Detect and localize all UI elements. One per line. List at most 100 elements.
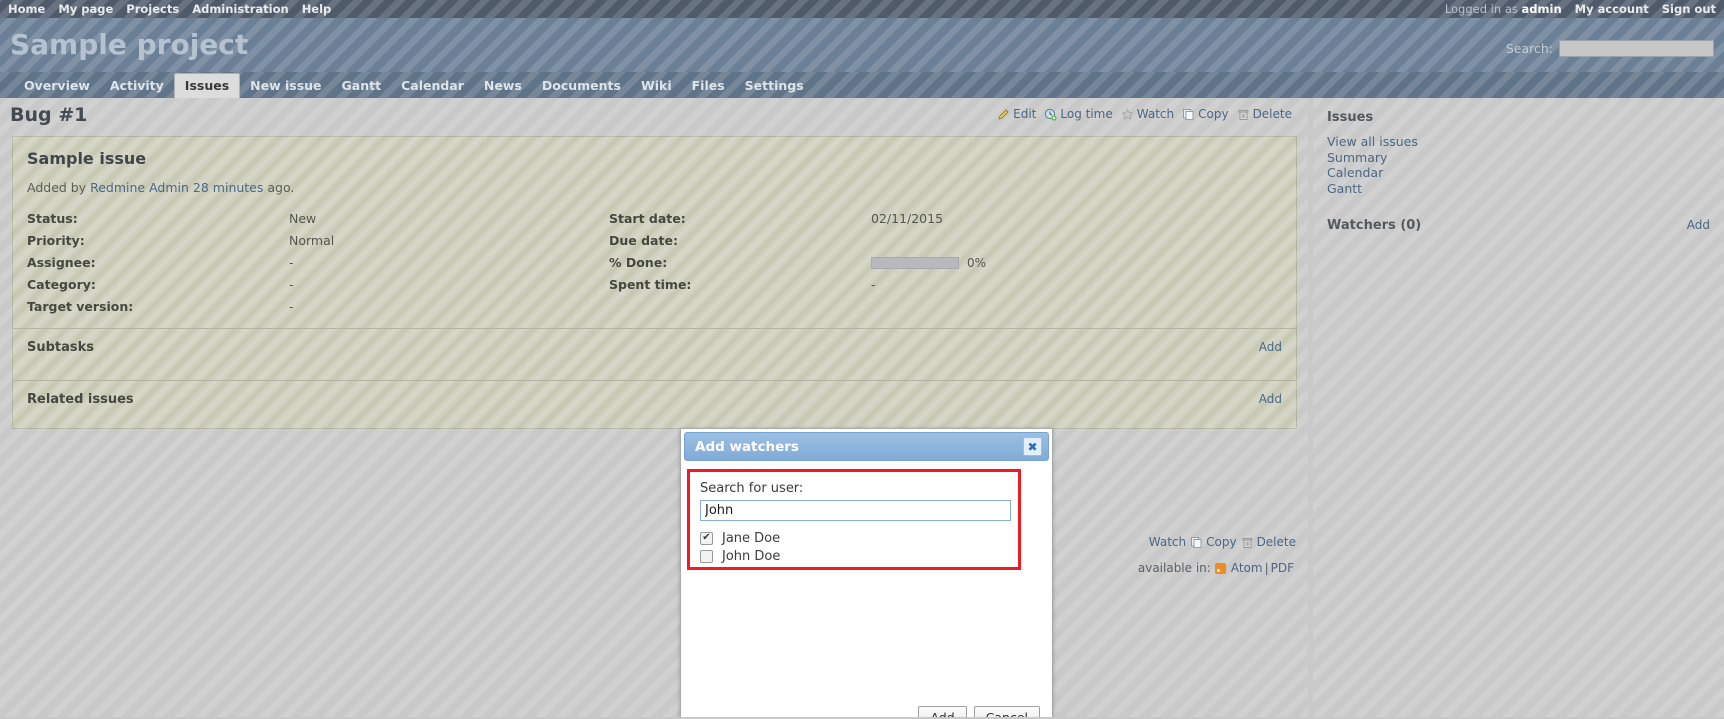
copy-icon-bottom (1190, 536, 1203, 549)
tab-wiki[interactable]: Wiki (631, 74, 682, 98)
tab-overview[interactable]: Overview (14, 74, 100, 98)
project-header: Sample project Search: (0, 18, 1724, 72)
issue-detail-box: Sample issue Added by Redmine Admin 28 m… (12, 136, 1297, 429)
redmine-page: Home My page Projects Administration Hel… (0, 0, 1724, 719)
close-icon[interactable]: ✖ (1023, 437, 1042, 456)
issue-created-time[interactable]: 28 minutes (189, 180, 267, 195)
related-issues-add-link[interactable]: Add (1259, 392, 1282, 406)
modal-title-bar: Add watchers ✖ (684, 432, 1049, 461)
spent-time-label: Spent time: (609, 277, 692, 292)
added-by-prefix: Added by (27, 180, 91, 195)
tab-documents[interactable]: Documents (532, 74, 631, 98)
list-item[interactable]: John Doe (700, 548, 1008, 564)
tab-issues[interactable]: Issues (173, 73, 241, 98)
subtasks-add-link[interactable]: Add (1259, 340, 1282, 354)
modal-title-text: Add watchers (695, 438, 799, 455)
export-formats-line: available in: Atom | PDF (1138, 561, 1296, 575)
tab-settings[interactable]: Settings (735, 74, 814, 98)
status-label: Status: (27, 211, 78, 226)
watch-button-bottom[interactable]: Watch (1149, 535, 1186, 549)
priority-value: Normal (289, 233, 335, 248)
clock-add-icon (1044, 108, 1057, 121)
subtasks-section: Subtasks Add (27, 329, 1282, 366)
user-search-input[interactable] (700, 500, 1011, 521)
issue-attributes-grid: Status: New Start date: 02/11/2015 Prior… (27, 211, 1282, 314)
user-checkbox-jane-doe[interactable] (700, 531, 713, 545)
search-highlight-region: Search for user: Jane Doe John Doe (687, 469, 1021, 570)
tab-gantt[interactable]: Gantt (332, 74, 392, 98)
related-issues-section: Related issues Add (27, 381, 1282, 418)
target-version-value: - (289, 299, 294, 314)
search-for-user-label: Search for user: (700, 481, 804, 496)
export-atom-link[interactable]: Atom (1231, 561, 1263, 575)
star-icon (1121, 108, 1134, 121)
added-by-suffix: ago. (267, 180, 295, 195)
nav-projects[interactable]: Projects (126, 2, 179, 16)
issue-heading: Bug #1 (10, 104, 88, 126)
export-prefix: available in: (1137, 561, 1211, 575)
issue-author-link[interactable]: Redmine Admin (90, 180, 189, 195)
issue-subject: Sample issue (27, 149, 147, 168)
sidebar-watchers-add-link[interactable]: Add (1687, 218, 1710, 232)
sidebar-issues-heading: Issues (1327, 110, 1374, 125)
copy-label-bottom: Copy (1206, 535, 1237, 549)
nav-my-page[interactable]: My page (58, 2, 113, 16)
progress-bar (871, 256, 959, 269)
top-nav-right-links: Logged in as admin My account Sign out (1445, 2, 1716, 16)
export-pdf-link[interactable]: PDF (1271, 561, 1294, 575)
tab-news[interactable]: News (474, 74, 532, 98)
done-percent-label: 0% (967, 255, 987, 270)
pencil-icon (997, 108, 1010, 121)
issue-bottom-action-toolbar: Watch Copy Delete (1149, 535, 1296, 549)
search-input[interactable] (1559, 40, 1714, 57)
edit-button[interactable]: Edit (997, 107, 1036, 121)
copy-icon (1182, 108, 1195, 121)
log-time-button[interactable]: Log time (1044, 107, 1113, 121)
tab-activity[interactable]: Activity (100, 74, 174, 98)
nav-home[interactable]: Home (8, 2, 45, 16)
sidebar-item-gantt[interactable]: Gantt (1327, 181, 1710, 197)
add-watchers-modal: Add watchers ✖ Search for user: Jane Doe (680, 428, 1053, 717)
copy-button[interactable]: Copy (1182, 107, 1229, 121)
nav-help[interactable]: Help (302, 2, 332, 16)
top-navigation-bar: Home My page Projects Administration Hel… (0, 0, 1724, 18)
start-date-label: Start date: (609, 211, 686, 226)
list-item[interactable]: Jane Doe (700, 530, 1008, 546)
project-tab-bar: Overview Activity Issues New issue Gantt… (0, 72, 1724, 98)
delete-button[interactable]: Delete (1237, 107, 1292, 121)
sidebar-item-view-all-issues[interactable]: View all issues (1327, 134, 1710, 150)
tab-new-issue[interactable]: New issue (240, 74, 331, 98)
subtasks-label: Subtasks (27, 340, 95, 355)
add-watchers-confirm-button[interactable]: Add (918, 706, 967, 717)
copy-button-bottom[interactable]: Copy (1190, 535, 1237, 549)
log-time-label: Log time (1060, 107, 1113, 121)
nav-my-account[interactable]: My account (1575, 2, 1649, 16)
nav-sign-out[interactable]: Sign out (1662, 2, 1716, 16)
watch-label: Watch (1136, 107, 1175, 121)
copy-label: Copy (1198, 107, 1229, 121)
logged-in-status: Logged in as admin (1445, 2, 1562, 16)
user-name-label: Jane Doe (722, 530, 781, 546)
status-value: New (289, 211, 317, 226)
watch-label-bottom: Watch (1148, 535, 1187, 549)
category-value: - (289, 277, 294, 292)
related-issues-label: Related issues (27, 392, 134, 407)
logged-in-username: admin (1521, 2, 1562, 16)
nav-administration[interactable]: Administration (192, 2, 289, 16)
modal-body: Search for user: Jane Doe John Doe (681, 465, 1052, 717)
tab-calendar[interactable]: Calendar (391, 74, 474, 98)
assignee-value: - (289, 255, 294, 270)
delete-button-bottom[interactable]: Delete (1241, 535, 1296, 549)
edit-label: Edit (1013, 107, 1037, 121)
modal-button-row: Add Cancel (918, 706, 1040, 717)
atom-feed-icon (1214, 562, 1226, 574)
top-nav-left-links: Home My page Projects Administration Hel… (8, 2, 344, 16)
tab-files[interactable]: Files (682, 74, 735, 98)
sidebar-item-calendar[interactable]: Calendar (1327, 165, 1710, 181)
add-watchers-cancel-button[interactable]: Cancel (973, 706, 1040, 717)
sidebar: Issues View all issues Summary Calendar … (1313, 98, 1724, 717)
watch-button[interactable]: Watch (1121, 107, 1174, 121)
sidebar-item-summary[interactable]: Summary (1327, 150, 1710, 166)
user-checkbox-john-doe[interactable] (700, 549, 713, 563)
delete-label-bottom: Delete (1256, 535, 1296, 549)
